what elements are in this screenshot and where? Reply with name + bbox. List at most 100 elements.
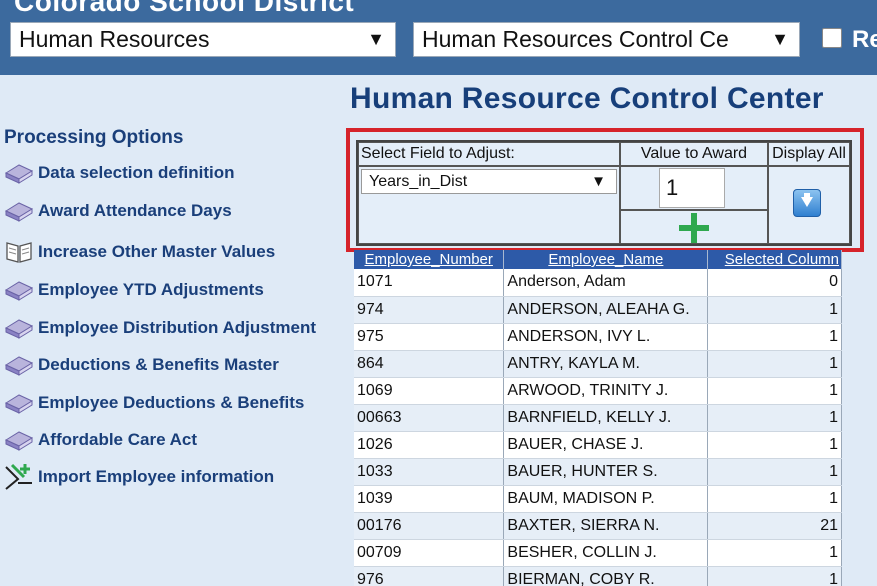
table-row[interactable]: 00663 BARNFIELD, KELLY J. 1 xyxy=(354,404,842,432)
employee-name-cell: BAUM, MADISON P. xyxy=(503,485,709,513)
selected-column-cell: 1 xyxy=(707,485,842,513)
import-icon xyxy=(4,463,34,491)
employee-number-cell: 864 xyxy=(354,350,505,378)
processing-options-title: Processing Options xyxy=(4,127,184,148)
module-select-value: Human Resources xyxy=(19,26,210,52)
value-header: Value to Award xyxy=(620,142,768,166)
selected-column-cell: 1 xyxy=(707,566,842,586)
employee-number-cell: 1033 xyxy=(354,458,505,486)
sidebar-item-label: Employee YTD Adjustments xyxy=(38,280,264,299)
table-row[interactable]: 975 ANDERSON, IVY L. 1 xyxy=(354,323,842,351)
book-icon xyxy=(4,426,34,454)
employee-number-cell: 1026 xyxy=(354,431,505,459)
selected-column-cell: 1 xyxy=(707,350,842,378)
table-row[interactable]: 1071 Anderson, Adam 0 xyxy=(354,269,842,297)
download-arrow-icon[interactable] xyxy=(793,189,821,217)
sidebar-item-label: Award Attendance Days xyxy=(38,201,232,220)
sidebar-item-label: Increase Other Master Values xyxy=(38,242,276,261)
employee-name-cell: ANTRY, KAYLA M. xyxy=(503,350,709,378)
selected-column-cell: 1 xyxy=(707,458,842,486)
employee-number-cell: 1069 xyxy=(354,377,505,405)
sidebar-item-label: Employee Distribution Adjustment xyxy=(38,318,317,337)
table-row[interactable]: 1039 BAUM, MADISON P. 1 xyxy=(354,485,842,513)
selected-column-cell: 1 xyxy=(707,431,842,459)
display-all-cell xyxy=(768,166,850,244)
top-bar: Colorado School District Human Resources… xyxy=(0,0,877,75)
table-row[interactable]: 1026 BAUER, CHASE J. 1 xyxy=(354,431,842,459)
employee-name-cell: ANDERSON, ALEAHA G. xyxy=(503,296,709,324)
selected-column-cell: 21 xyxy=(707,512,842,540)
sidebar-item-increase-other-master-values[interactable]: Increase Other Master Values xyxy=(4,237,275,267)
field-header: Select Field to Adjust: xyxy=(358,142,620,166)
employee-number-cell: 00663 xyxy=(354,404,505,432)
selected-column-cell: 1 xyxy=(707,323,842,351)
employee-number-cell: 00709 xyxy=(354,539,505,567)
employee-number-cell: 1039 xyxy=(354,485,505,513)
table-header-row: Employee_Number Employee_Name Selected C… xyxy=(354,250,842,269)
employee-number-cell: 1071 xyxy=(354,269,505,297)
dropdown-arrow-icon: ▼ xyxy=(771,29,789,49)
employee-name-cell: BARNFIELD, KELLY J. xyxy=(503,404,709,432)
selected-column-cell: 1 xyxy=(707,296,842,324)
table-row[interactable]: 1069 ARWOOD, TRINITY J. 1 xyxy=(354,377,842,405)
employee-number-cell: 975 xyxy=(354,323,505,351)
employee-name-cell: Anderson, Adam xyxy=(503,269,709,297)
employee-name-cell: BAUER, CHASE J. xyxy=(503,431,709,459)
sidebar-item-employee-deductions-benefits[interactable]: Employee Deductions & Benefits xyxy=(4,388,304,418)
field-cell: Years_in_Dist ▼ xyxy=(358,166,620,244)
employee-name-cell: ARWOOD, TRINITY J. xyxy=(503,377,709,405)
book-icon xyxy=(4,159,34,187)
sidebar-item-employee-distribution-adjustment[interactable]: Employee Distribution Adjustment xyxy=(4,313,316,343)
employee-table: Employee_Number Employee_Name Selected C… xyxy=(354,250,842,586)
employee-number-cell: 976 xyxy=(354,566,505,586)
table-row[interactable]: 976 BIERMAN, COBY R. 1 xyxy=(354,566,842,586)
sidebar-item-label: Import Employee information xyxy=(38,467,275,486)
add-cell xyxy=(620,210,768,244)
open-book-icon xyxy=(4,238,34,266)
table-row[interactable]: 864 ANTRY, KAYLA M. 1 xyxy=(354,350,842,378)
field-select[interactable]: Years_in_Dist ▼ xyxy=(361,169,617,194)
field-select-value: Years_in_Dist xyxy=(369,173,468,190)
dropdown-arrow-icon: ▼ xyxy=(591,173,606,190)
employee-number-cell: 974 xyxy=(354,296,505,324)
header-checkbox[interactable] xyxy=(822,28,842,48)
employee-name-cell: BIERMAN, COBY R. xyxy=(503,566,709,586)
sidebar-item-award-attendance-days[interactable]: Award Attendance Days xyxy=(4,196,232,226)
sidebar-item-affordable-care-act[interactable]: Affordable Care Act xyxy=(4,425,197,455)
book-icon xyxy=(4,197,34,225)
column-header-selected-column[interactable]: Selected Column xyxy=(707,250,842,269)
control-center-select[interactable]: Human Resources Control Ce ▼ xyxy=(413,22,800,57)
module-select[interactable]: Human Resources ▼ xyxy=(10,22,396,57)
sidebar-item-label: Employee Deductions & Benefits xyxy=(38,393,305,412)
employee-name-cell: BAXTER, SIERRA N. xyxy=(503,512,709,540)
table-row[interactable]: 1033 BAUER, HUNTER S. 1 xyxy=(354,458,842,486)
value-to-award-input[interactable]: 1 xyxy=(659,168,725,208)
selected-column-cell: 0 xyxy=(707,269,842,297)
column-header-employee-name[interactable]: Employee_Name xyxy=(503,250,709,269)
selected-column-cell: 1 xyxy=(707,539,842,567)
sidebar-item-data-selection-definition[interactable]: Data selection definition xyxy=(4,158,234,188)
control-panel: Select Field to Adjust: Value to Award D… xyxy=(346,128,864,252)
table-row[interactable]: 974 ANDERSON, ALEAHA G. 1 xyxy=(354,296,842,324)
dropdown-arrow-icon: ▼ xyxy=(367,29,385,49)
table-row[interactable]: 00176 BAXTER, SIERRA N. 21 xyxy=(354,512,842,540)
table-row[interactable]: 00709 BESHER, COLLIN J. 1 xyxy=(354,539,842,567)
sidebar-item-label: Data selection definition xyxy=(38,163,235,182)
sidebar-item-employee-ytd-adjustments[interactable]: Employee YTD Adjustments xyxy=(4,275,264,305)
sidebar-item-label: Affordable Care Act xyxy=(38,430,198,449)
book-icon xyxy=(4,276,34,304)
sidebar-item-import-employee-information[interactable]: Import Employee information xyxy=(4,462,274,492)
sidebar-item-label: Deductions & Benefits Master xyxy=(38,355,279,374)
column-header-employee-number[interactable]: Employee_Number xyxy=(354,250,505,269)
district-name: Colorado School District xyxy=(14,0,355,17)
plus-icon[interactable] xyxy=(679,213,709,243)
selected-column-cell: 1 xyxy=(707,404,842,432)
book-icon xyxy=(4,351,34,379)
employee-name-cell: BAUER, HUNTER S. xyxy=(503,458,709,486)
employee-name-cell: ANDERSON, IVY L. xyxy=(503,323,709,351)
sidebar-item-deductions-benefits-master[interactable]: Deductions & Benefits Master xyxy=(4,350,279,380)
header-checkbox-label: Re xyxy=(852,26,877,53)
page-title: Human Resource Control Center xyxy=(350,82,824,115)
value-cell: 1 xyxy=(620,166,768,210)
display-all-header: Display All xyxy=(768,142,850,166)
